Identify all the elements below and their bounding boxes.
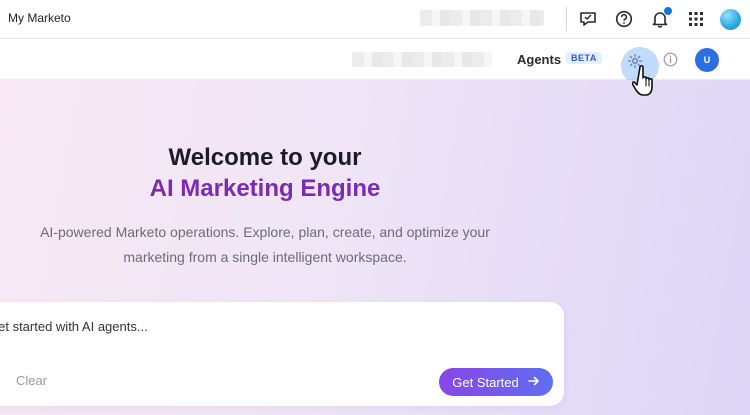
feedback-icon[interactable] [578, 9, 598, 29]
hero-description: AI-powered Marketo operations. Explore, … [15, 220, 515, 270]
hero-section: Welcome to your AI Marketing Engine AI-p… [0, 80, 750, 415]
hero-title-line1: Welcome to your [168, 144, 362, 171]
apps-grid-icon[interactable] [686, 9, 706, 29]
prompt-card: Clear Get Started [0, 302, 564, 406]
prompt-input[interactable] [0, 316, 520, 336]
beta-badge: BETA [566, 52, 602, 64]
user-avatar[interactable]: U [695, 48, 719, 72]
hand-pointer-cursor-icon [631, 64, 660, 100]
divider [566, 7, 567, 31]
info-icon[interactable] [663, 52, 678, 67]
profile-icon[interactable] [720, 9, 741, 30]
app-root: My Marketo Agents BETA U Welcome to your… [0, 0, 750, 415]
hero-description-line1: AI-powered Marketo operations. Explore, … [40, 224, 490, 240]
agents-label[interactable]: Agents [517, 52, 561, 67]
top-bar: My Marketo [0, 0, 750, 39]
clear-button[interactable]: Clear [16, 373, 47, 388]
notification-badge [663, 6, 673, 16]
redacted-block [420, 10, 544, 26]
help-icon[interactable] [614, 9, 634, 29]
redacted-block [352, 52, 492, 67]
app-title[interactable]: My Marketo [8, 11, 71, 25]
get-started-button[interactable]: Get Started [439, 368, 553, 396]
arrow-right-icon [527, 375, 540, 390]
hero-title-line2: AI Marketing Engine [149, 175, 381, 202]
hero-description-line2: marketing from a single intelligent work… [123, 249, 407, 265]
notification-icon[interactable] [650, 6, 673, 29]
get-started-label: Get Started [452, 374, 519, 390]
